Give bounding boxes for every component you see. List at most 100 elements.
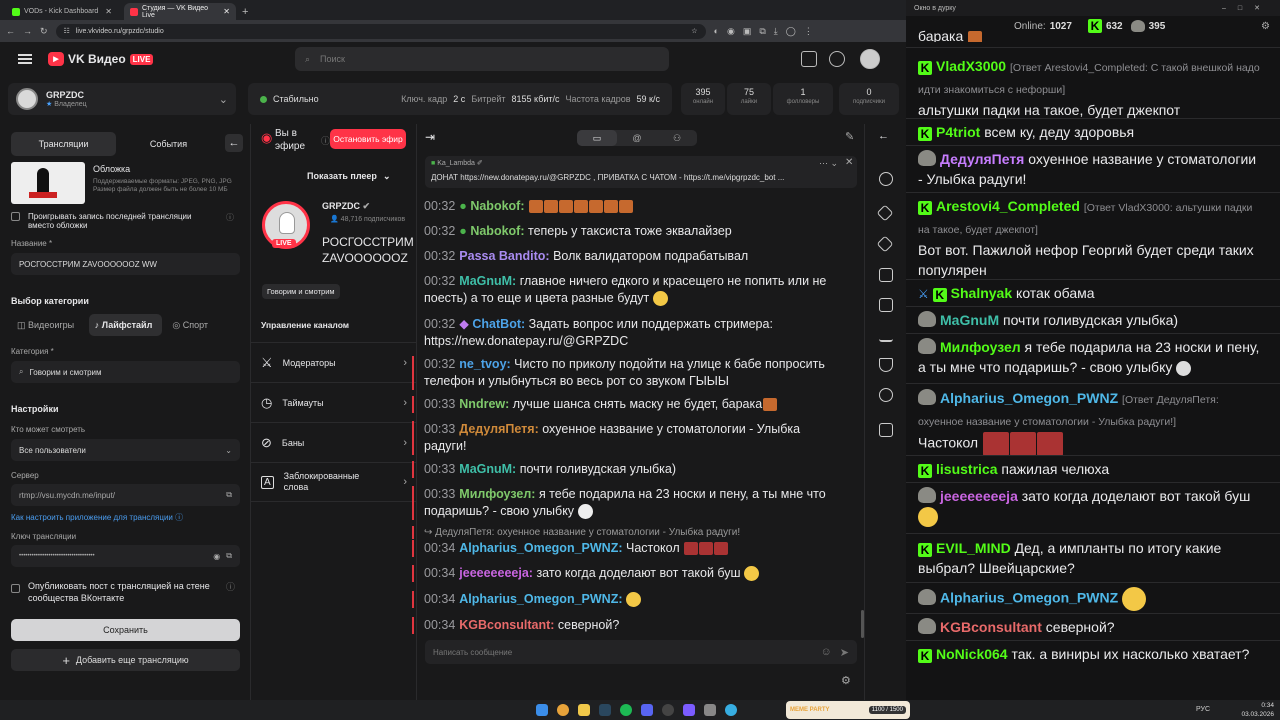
checkbox[interactable] — [11, 212, 20, 221]
extension-icon[interactable]: ◉ — [727, 26, 735, 37]
extension-icon[interactable]: ▣ — [743, 26, 752, 37]
popout-message[interactable]: K Arestovi4_Completed [Ответ VladX3000: а… — [918, 196, 1264, 280]
copy-icon[interactable]: ⧉ — [226, 551, 232, 561]
tab-lifestyle[interactable]: ♪ Лайфстайл — [88, 314, 163, 336]
window-controls[interactable]: –□✕ — [1222, 4, 1272, 12]
new-tab-icon[interactable]: + — [242, 6, 248, 18]
bookmark-star-icon[interactable]: ☆ — [691, 27, 697, 35]
extensions-puzzle-icon[interactable]: ⧉ — [759, 26, 765, 37]
menu-blocked-words[interactable]: A Заблокированные слова › — [251, 462, 417, 502]
menu-dots-icon[interactable]: ⋮ — [804, 26, 813, 37]
popout-message[interactable]: Alpharius_Omegon_PWNZ [Ответ ДедуляПетя:… — [918, 388, 1264, 456]
help-icon[interactable]: ⓘ — [226, 580, 235, 604]
copy-icon[interactable]: ⧉ — [226, 490, 232, 500]
explorer-icon[interactable] — [578, 704, 590, 716]
reload-icon[interactable]: ↻ — [40, 26, 48, 37]
chat-bubble-icon[interactable]: ▭ — [577, 130, 617, 146]
chat-message-highlighted[interactable]: 00:34 jeeeeeeeeja: зато когда доделают во… — [412, 565, 842, 582]
start-icon[interactable] — [536, 704, 548, 716]
close-tab-icon[interactable]: ✕ — [223, 7, 230, 16]
tab-streams[interactable]: Трансляции — [11, 132, 116, 156]
trophy-icon[interactable] — [879, 358, 893, 372]
popout-message[interactable]: jeeeeeeeeja зато когда доделают вот тако… — [918, 486, 1264, 528]
user-avatar[interactable] — [860, 49, 880, 69]
chat-message-highlighted[interactable]: 00:33 MaGnuM: почти голивудская улыбка) — [412, 461, 842, 478]
chat-message-highlighted[interactable]: 00:33 Милфоузел: я тебе подарила на 23 но… — [412, 486, 842, 520]
back-icon[interactable]: ← — [6, 26, 15, 36]
collapse-back-icon[interactable]: ← — [225, 134, 243, 152]
chat-message-highlighted[interactable]: 00:34 Alpharius_Omegon_PWNZ: Частокол — [412, 540, 842, 557]
dice-icon[interactable] — [879, 268, 893, 282]
discord-icon[interactable] — [641, 704, 653, 716]
cover-thumbnail[interactable] — [11, 162, 85, 204]
diamond-icon[interactable] — [876, 204, 894, 222]
popout-message[interactable]: MaGnuM почти голивудская улыбка) — [918, 310, 1264, 330]
chat-message-highlighted[interactable]: 00:33 ДедуляПетя: охуенное название у сто… — [412, 421, 842, 455]
pinned-message[interactable]: ■ Ka_Lambda ✐ ДОНАТ https://new.donatepa… — [425, 156, 857, 188]
chat-message-highlighted[interactable]: 00:33 Nndrew: лучше шанса снять маску не … — [412, 396, 842, 413]
users-icon[interactable]: ⚇ — [657, 130, 697, 146]
popout-message[interactable]: KGBconsultant северной? — [918, 617, 1264, 637]
stop-stream-button[interactable]: Остановить эфир — [330, 129, 406, 149]
vk-video-logo[interactable]: ▶ VK Видео LIVE — [48, 52, 154, 66]
notifications-icon[interactable] — [801, 51, 817, 67]
download-icon[interactable]: ⤓ — [774, 26, 778, 37]
menu-bans[interactable]: ⊘ Баны › — [251, 422, 417, 462]
popout-message[interactable]: Милфоузел я тебе подарила на 23 носки и … — [918, 337, 1264, 377]
howto-link[interactable]: Как настроить приложение для трансляции … — [11, 512, 183, 523]
pin-icon[interactable]: ✎ — [845, 130, 854, 143]
show-player-button[interactable]: Показать плеер ⌄ — [307, 166, 399, 186]
chat-message[interactable]: 00:32 ◆ ChatBot: Задать вопрос или поддер… — [424, 316, 854, 350]
meme-party-widget[interactable]: MEME PARTY 1100 / 1500 — [786, 701, 910, 719]
save-button[interactable]: Сохранить — [11, 619, 240, 641]
chat-message[interactable]: 00:32 MaGnuM: главное ничего едкого и кра… — [424, 273, 854, 307]
stream-name-input[interactable]: РОСГОССТРИМ ZAVOOOOOOZ WW — [11, 253, 240, 275]
obs-icon[interactable] — [662, 704, 674, 716]
profile-icon[interactable]: ◯ — [786, 26, 796, 37]
chat-message[interactable]: 00:32 ● Nabokof: — [424, 198, 854, 215]
eye-icon[interactable]: ◉ — [213, 552, 220, 561]
menu-timeouts[interactable]: ◷ Таймауты › — [251, 382, 417, 422]
gem-icon[interactable] — [876, 235, 894, 253]
telegram-icon[interactable] — [725, 704, 737, 716]
spotify-icon[interactable] — [620, 704, 632, 716]
publish-post-option[interactable]: Опубликовать пост с трансляцией на стене… — [11, 580, 240, 604]
play-last-record-option[interactable]: Проигрывать запись последней трансляции … — [11, 212, 240, 230]
settings-gear-icon[interactable] — [879, 172, 893, 186]
chat-message-highlighted[interactable]: 00:32 ne_tvoy: Чисто по приколу подойти н… — [412, 356, 842, 390]
tab-videogames[interactable]: ◫ Видеоигры — [11, 314, 85, 336]
popout-message[interactable]: Klisustrica пажилая челюха — [918, 459, 1264, 479]
tab-sport[interactable]: ◎ Спорт — [166, 314, 240, 336]
app-icon[interactable] — [704, 704, 716, 716]
popout-message[interactable]: K P4triot всем ку, деду здоровья — [918, 122, 1264, 142]
chat-settings-icon[interactable]: ⚙ — [841, 674, 851, 687]
info-icon[interactable]: ⓘ — [321, 134, 330, 147]
extension-icon[interactable]: ◐ — [714, 26, 719, 36]
popout-message[interactable]: ДедуляПетя охуенное название у стоматоло… — [918, 149, 1264, 189]
hamburger-menu-icon[interactable] — [18, 54, 32, 64]
popout-message[interactable]: K VladX3000 [Ответ Arestovi4_Completed: С… — [918, 56, 1264, 120]
tab-kick-dashboard[interactable]: VODs - Kick Dashboard ✕ — [6, 3, 118, 20]
pinned-menu-icon[interactable]: ⋯ ⌄ — [819, 158, 838, 169]
add-icon[interactable] — [829, 51, 845, 67]
chat-message[interactable]: 00:32 Passa Bandito: Волк валидатором под… — [424, 248, 854, 265]
help-icon[interactable]: ⓘ — [226, 212, 234, 230]
steam-icon[interactable] — [599, 704, 611, 716]
who-can-watch-select[interactable]: Все пользователи ⌄ — [11, 439, 240, 461]
search-input[interactable]: ⌕ Поиск — [295, 47, 669, 71]
close-tab-icon[interactable]: ✕ — [105, 7, 112, 16]
block-icon[interactable] — [879, 388, 893, 402]
list-icon[interactable] — [879, 298, 893, 312]
clock[interactable]: 0:34 03.03.2026 — [1238, 701, 1274, 719]
forward-icon[interactable]: → — [23, 26, 32, 36]
category-input[interactable]: ⌕ Говорим и смотрим — [11, 361, 240, 383]
account-switcher[interactable]: GRPZDC ★ Владелец ⌄ — [8, 83, 236, 115]
playlist-icon[interactable] — [879, 423, 893, 437]
mention-icon[interactable]: @ — [617, 130, 657, 146]
url-field[interactable]: ☷ live.vkvideo.ru/grpzdc/studio ☆ — [55, 23, 706, 39]
bar-chart-icon[interactable] — [879, 328, 893, 342]
language-indicator[interactable]: РУС — [1196, 706, 1210, 713]
popout-message[interactable]: Alpharius_Omegon_PWNZ — [918, 587, 1264, 611]
app-icon[interactable] — [683, 704, 695, 716]
chat-message-highlighted[interactable]: 00:34 Alpharius_Omegon_PWNZ: — [412, 591, 842, 608]
